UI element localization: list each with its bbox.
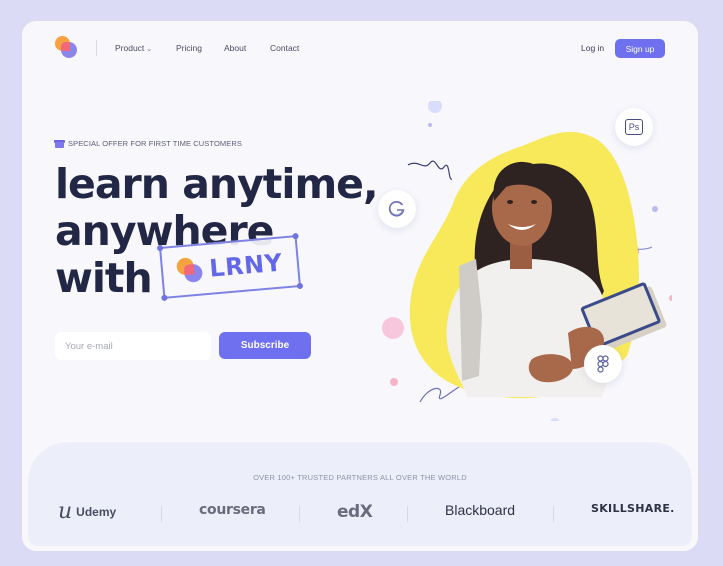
- logo[interactable]: [55, 36, 79, 60]
- partner-divider: [407, 506, 408, 522]
- photoshop-icon: Ps: [615, 108, 653, 146]
- partner-edx-label: edX: [337, 502, 373, 522]
- partner-divider: [161, 506, 162, 522]
- partner-skillshare[interactable]: SKILLSHARE.: [591, 502, 675, 515]
- landing-page: Product ⌄ Pricing About Contact Log in Si…: [22, 21, 698, 551]
- hero-illustration: [382, 101, 672, 421]
- photoshop-icon-label: Ps: [624, 119, 644, 135]
- login-link[interactable]: Log in: [581, 43, 604, 53]
- handle-dot: [156, 244, 164, 252]
- brand-name: LRNY: [208, 248, 284, 283]
- partner-divider: [553, 506, 554, 522]
- nav-pricing[interactable]: Pricing: [176, 43, 202, 53]
- partner-divider: [299, 506, 300, 522]
- partners-title: OVER 100+ TRUSTED PARTNERS ALL OVER THE …: [253, 473, 467, 482]
- udemy-icon: u: [58, 499, 73, 524]
- partner-udemy-label: Udemy: [76, 505, 117, 519]
- partner-skillshare-label: SKILLSHARE.: [591, 502, 675, 515]
- nav-about[interactable]: About: [224, 43, 246, 53]
- partners-section: OVER 100+ TRUSTED PARTNERS ALL OVER THE …: [28, 442, 692, 546]
- special-offer-text: SPECIAL OFFER FOR FIRST TIME CUSTOMERS: [68, 139, 242, 148]
- nav-product-label: Product: [115, 43, 145, 53]
- headline-line-1: learn anytime,: [55, 160, 379, 208]
- partner-coursera-label: coursera: [199, 502, 266, 518]
- nav-product[interactable]: Product ⌄: [115, 43, 152, 53]
- nav-contact[interactable]: Contact: [270, 43, 299, 53]
- partner-coursera[interactable]: coursera: [199, 502, 266, 518]
- signup-button[interactable]: Sign up: [615, 39, 665, 58]
- subscribe-button[interactable]: Subscribe: [219, 332, 311, 359]
- gift-icon: [54, 139, 65, 148]
- figma-icon: [584, 345, 622, 383]
- partner-blackboard[interactable]: Blackboard: [445, 502, 515, 518]
- brand-logo-icon: [176, 256, 204, 284]
- partner-edx[interactable]: edX: [337, 502, 373, 522]
- email-input[interactable]: [55, 332, 211, 360]
- special-offer: SPECIAL OFFER FOR FIRST TIME CUSTOMERS: [54, 139, 242, 148]
- partner-blackboard-label: Blackboard: [445, 502, 516, 518]
- partner-udemy[interactable]: u Udemy: [58, 499, 117, 524]
- google-icon: [378, 190, 416, 228]
- nav-divider: [96, 40, 97, 56]
- chevron-down-icon: ⌄: [146, 46, 153, 53]
